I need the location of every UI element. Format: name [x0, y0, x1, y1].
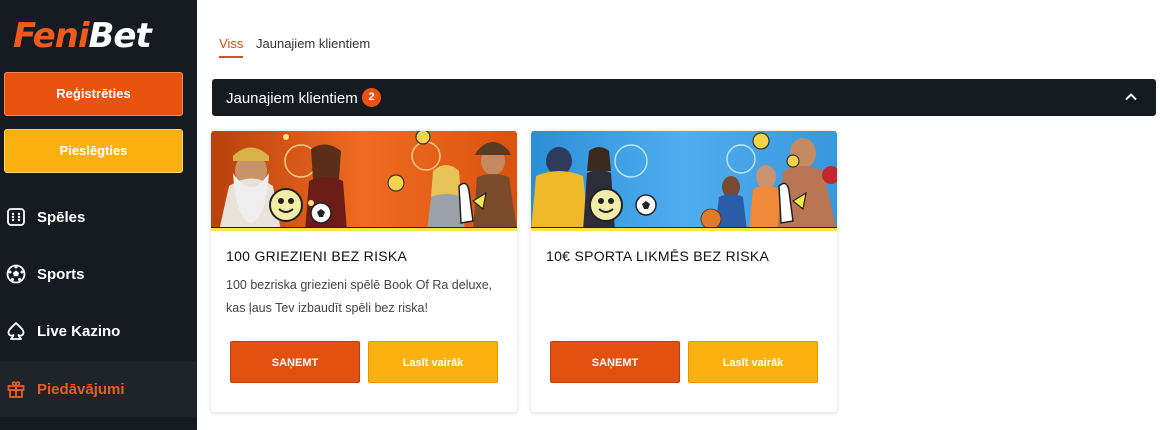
count-badge: 2 [362, 88, 381, 107]
promo-description: 100 bezriska griezieni spēlē Book Of Ra … [226, 278, 493, 315]
promo-card: 100 GRIEZIENI BEZ RISKA 100 bezriska gri… [211, 131, 517, 412]
read-more-button[interactable]: Lasīt vairāk [688, 341, 818, 383]
promo-banner-image [211, 131, 517, 231]
claim-button[interactable]: SAŅEMT [230, 341, 360, 383]
sidebar-item-label: Piedāvājumi [37, 380, 125, 398]
section-title: Jaunajiem klientiem [226, 90, 358, 107]
banner-stripe [531, 227, 837, 231]
sidebar-item-promotions[interactable]: Piedāvājumi [0, 361, 197, 417]
sidebar-item-label: Spēles [37, 208, 86, 226]
sidebar-item-live-casino[interactable]: Live Kazino [0, 303, 197, 359]
login-button[interactable]: Pieslēgties [4, 129, 183, 173]
dice-icon [6, 207, 26, 227]
tab-all[interactable]: Viss [219, 36, 244, 58]
soccer-ball-icon [6, 264, 26, 284]
spade-icon [6, 321, 26, 341]
read-more-button[interactable]: Lasīt vairāk [368, 341, 498, 383]
sidebar-item-label: Sports [37, 265, 85, 283]
banner-stripe [211, 227, 517, 231]
sidebar-item-sports[interactable]: Sports [0, 246, 197, 302]
section-header-new-customers[interactable]: Jaunajiem klientiem 2 [212, 79, 1156, 116]
tab-new-customers[interactable]: Jaunajiem klientiem [256, 36, 370, 58]
claim-button[interactable]: SAŅEMT [550, 341, 680, 383]
chevron-up-icon[interactable] [1124, 90, 1138, 104]
logo-text-feni: Feni [13, 16, 90, 56]
sidebar-item-games[interactable]: Spēles [0, 189, 197, 245]
fenibet-logo[interactable]: FeniBet [13, 14, 152, 58]
promo-card: 10€ SPORTA LIKMĒS BEZ RISKA SAŅEMT Lasīt… [531, 131, 837, 412]
gift-icon [6, 379, 26, 399]
promo-title: 100 GRIEZIENI BEZ RISKA [226, 248, 408, 264]
promo-title: 10€ SPORTA LIKMĒS BEZ RISKA [546, 248, 770, 264]
sidebar: FeniBet Reģistrēties Pieslēgties Spēles … [0, 0, 197, 430]
sidebar-item-label: Live Kazino [37, 322, 121, 340]
logo-text-bet: Bet [88, 16, 152, 56]
promo-banner-image [531, 131, 837, 231]
register-button[interactable]: Reģistrēties [4, 72, 183, 116]
